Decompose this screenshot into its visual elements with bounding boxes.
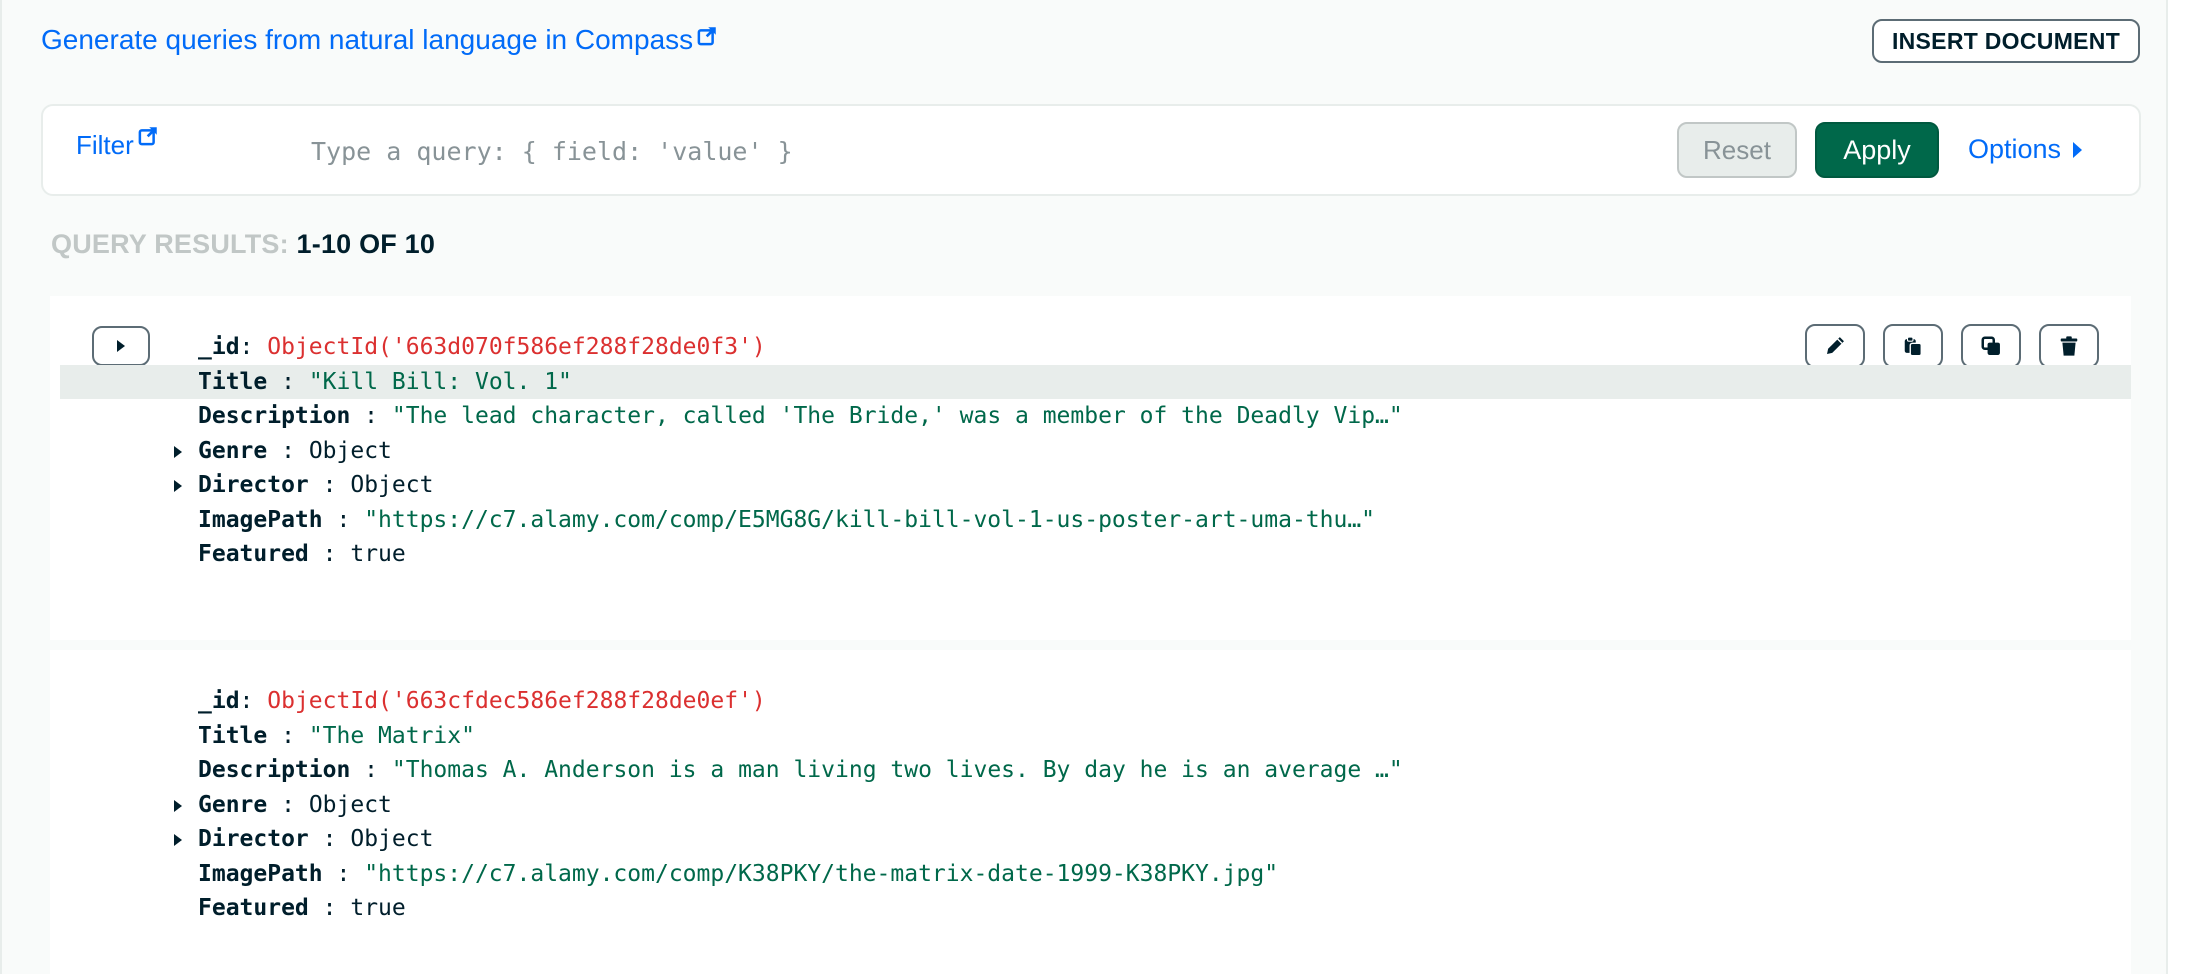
field-key: Featured [198,541,309,567]
results-panel: Generate queries from natural language i… [0,0,2168,974]
field-separator: : [267,791,295,818]
field-value: true [350,895,406,921]
field-row[interactable]: ImagePath : "https://c7.alamy.com/comp/K… [50,857,2131,892]
field-separator: : [308,826,337,852]
query-input[interactable] [309,128,1683,174]
field-row[interactable]: Description : "The lead character, calle… [50,399,2131,434]
field-key: Description [198,757,351,783]
field-row[interactable]: ImagePath : "https://c7.alamy.com/comp/E… [50,503,2131,538]
field-row[interactable]: Director : Object [50,468,2131,503]
field-separator: : [308,895,337,921]
reset-button[interactable]: Reset [1677,122,1797,178]
expand-field-caret-icon[interactable] [174,799,182,812]
field-value: true [350,541,406,567]
field-separator: : [350,403,379,429]
field-row-hovered[interactable]: Title : "Kill Bill: Vol. 1" [60,364,2131,399]
field-row[interactable]: _id: ObjectId('663cfdec586ef288f28de0ef'… [50,684,2131,719]
field-separator: : [322,506,351,533]
field-value: Object [350,472,434,498]
field-key: Genre [198,437,268,464]
field-value: Object [308,437,392,464]
field-separator: : [267,437,295,464]
field-value: Object [308,791,392,818]
filter-label: Filter [76,130,134,160]
field-key: Director [198,472,309,498]
field-key: Title [198,722,268,749]
field-key: Title [198,368,268,395]
document-card: _id: ObjectId('663d070f586ef288f28de0f3'… [50,296,2131,640]
field-key: _id [198,688,240,714]
compass-nl-query-link[interactable]: Generate queries from natural language i… [41,24,717,56]
field-value: "https://c7.alamy.com/comp/K38PKY/the-ma… [364,860,1279,887]
field-key: Genre [198,791,268,818]
field-row[interactable]: Genre : Object [50,788,2131,823]
field-value: "The lead character, called 'The Bride,'… [391,403,1403,429]
filter-docs-link[interactable]: Filter [76,127,158,161]
field-row[interactable]: _id: ObjectId('663d070f586ef288f28de0f3'… [50,330,2131,365]
field-row[interactable]: Title : "The Matrix" [50,719,2131,754]
filter-bar: Filter Reset Apply Options [41,104,2141,196]
apply-button[interactable]: Apply [1815,122,1939,178]
expand-field-caret-icon[interactable] [174,834,182,846]
field-value: "https://c7.alamy.com/comp/E5MG8G/kill-b… [364,506,1376,533]
field-separator: : [350,757,379,783]
document-card: _id: ObjectId('663cfdec586ef288f28de0ef'… [50,650,2131,974]
results-count: 1-10 OF 10 [296,229,436,259]
options-label: Options [1968,134,2062,164]
field-value: "Thomas A. Anderson is a man living two … [391,757,1403,783]
field-separator: : [267,368,295,395]
field-separator: : [308,541,337,567]
field-row[interactable]: Featured : true [50,891,2131,926]
compass-link-label: Generate queries from natural language i… [41,24,694,55]
field-value: ObjectId('663d070f586ef288f28de0f3') [267,334,766,360]
options-toggle[interactable]: Options [1968,134,2083,165]
field-value: "Kill Bill: Vol. 1" [308,368,572,395]
external-link-icon [138,127,157,146]
field-value: Object [350,826,434,852]
query-results-summary: QUERY RESULTS: 1-10 OF 10 [51,229,435,260]
field-row[interactable]: Description : "Thomas A. Anderson is a m… [50,753,2131,788]
field-separator: : [308,472,337,498]
caret-right-icon [2073,141,2083,158]
field-row[interactable]: Featured : true [50,537,2131,572]
field-separator: : [267,722,295,749]
field-separator: : [239,334,254,360]
field-separator: : [239,688,254,714]
insert-document-button[interactable]: INSERT DOCUMENT [1872,19,2140,63]
field-key: ImagePath [198,506,323,533]
field-key: Director [198,826,309,852]
field-key: Featured [198,895,309,921]
field-value: ObjectId('663cfdec586ef288f28de0ef') [267,688,766,714]
expand-field-caret-icon[interactable] [174,445,182,458]
field-key: ImagePath [198,860,323,887]
expand-field-caret-icon[interactable] [174,480,182,492]
results-label: QUERY RESULTS: [51,229,289,259]
external-link-icon [697,27,716,46]
field-key: Description [198,403,351,429]
field-separator: : [322,860,351,887]
field-key: _id [198,334,240,360]
document-fields: _id: ObjectId('663d070f586ef288f28de0f3'… [50,330,2131,572]
field-row[interactable]: Genre : Object [50,434,2131,469]
field-value: "The Matrix" [308,722,475,749]
field-row[interactable]: Director : Object [50,822,2131,857]
document-fields: _id: ObjectId('663cfdec586ef288f28de0ef'… [50,684,2131,926]
